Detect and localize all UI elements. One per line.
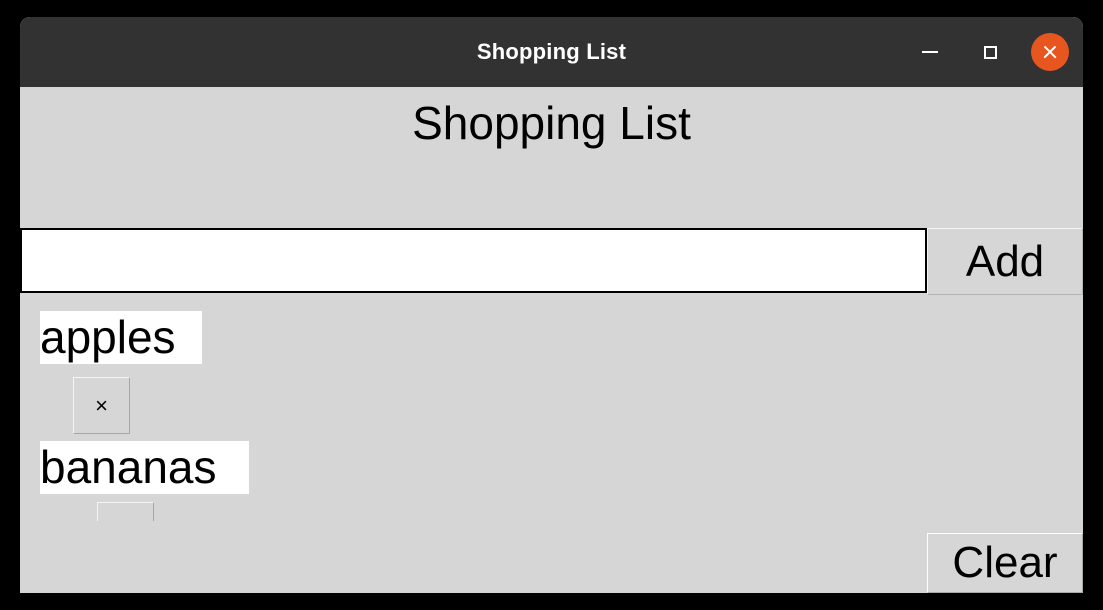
shopping-list: apples × bananas × [20,294,1083,560]
minimize-icon [922,51,938,53]
list-item-label: apples [40,311,202,364]
clear-button[interactable]: Clear [927,533,1083,593]
list-item-label: bananas [40,441,249,494]
add-button[interactable]: Add [927,228,1083,295]
app-body: Shopping List Add apples × bananas × [20,87,1083,593]
new-item-input[interactable] [20,228,927,293]
maximize-icon [983,45,997,59]
maximize-button[interactable] [971,33,1009,71]
close-icon [1042,44,1058,60]
title-bar: Shopping List [20,17,1083,87]
remove-item-button[interactable]: × [73,377,130,434]
window-title: Shopping List [476,39,627,64]
footer-bar: Clear [20,521,1083,593]
page-title: Shopping List [412,96,691,149]
minimize-button[interactable] [911,33,949,71]
application-window: Shopping List Shopping List Add apples ×… [20,17,1083,593]
window-controls [911,17,1069,87]
screen: Shopping List Shopping List Add apples ×… [0,0,1103,610]
close-button[interactable] [1031,33,1069,71]
